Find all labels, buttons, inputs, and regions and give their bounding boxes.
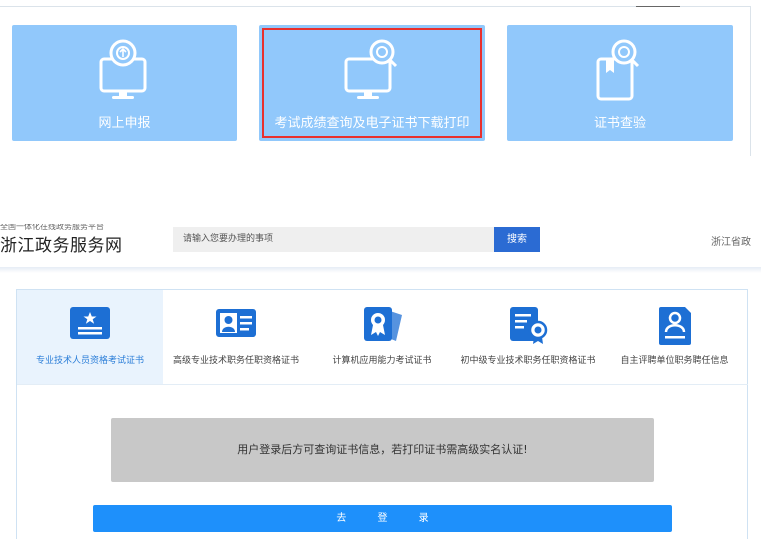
category-senior-title[interactable]: 高级专业技术职务任职资格证书 — [163, 290, 309, 384]
category-label: 高级专业技术职务任职资格证书 — [172, 356, 299, 366]
site-header: 全国一体化在线政务服务平台 浙江政务服务网 请输入您要办理的事项 搜索 浙江省政 — [0, 215, 761, 267]
tile-label: 证书查验 — [593, 116, 646, 131]
award-badge-icon — [360, 305, 404, 347]
site-title[interactable]: 浙江政务服务网 — [0, 231, 123, 256]
document-seal-icon — [506, 305, 550, 349]
category-professional-qualification[interactable]: 专业技术人员资格考试证书 — [17, 290, 163, 384]
tile-certificate-verification[interactable]: 证书查验 — [507, 25, 733, 141]
divider — [750, 6, 751, 156]
search-button[interactable]: 搜索 — [494, 227, 540, 252]
monitor-search-icon — [344, 39, 400, 105]
tile-label: 网上申报 — [98, 116, 151, 131]
search-input[interactable]: 请输入您要办理的事项 — [173, 227, 494, 252]
certificate-panel: 专业技术人员资格考试证书 高级专业技术职务任职资格证书 计算机应用能力考试证书 … — [16, 289, 748, 539]
person-document-icon — [655, 305, 695, 351]
certificate-card-icon — [68, 305, 112, 345]
login-notice: 用户登录后方可查询证书信息，若打印证书需高级实名认证! — [111, 418, 654, 482]
login-button[interactable]: 去 登 录 — [93, 505, 672, 532]
category-label: 计算机应用能力考试证书 — [332, 356, 432, 366]
header-shadow — [0, 267, 761, 273]
tile-score-query-print[interactable]: 考试成绩查询及电子证书下载打印 — [259, 25, 485, 141]
platform-slogan: 全国一体化在线政务服务平台 — [0, 224, 104, 231]
certificate-search-icon — [594, 39, 646, 105]
divider — [636, 6, 680, 7]
divider — [17, 384, 748, 385]
monitor-upload-icon — [99, 39, 151, 105]
region-selector[interactable]: 浙江省政 — [711, 233, 751, 248]
category-computer-skills[interactable]: 计算机应用能力考试证书 — [309, 290, 455, 384]
category-label: 专业技术人员资格考试证书 — [35, 356, 144, 366]
category-label: 自主评聘单位职务聘任信息 — [620, 356, 729, 366]
category-label: 初中级专业技术职务任职资格证书 — [460, 356, 596, 366]
service-tiles-section: 网上申报 考试成绩查询及电子证书下载打印 证书查验 — [0, 0, 761, 160]
category-junior-intermediate-title[interactable]: 初中级专业技术职务任职资格证书 — [455, 290, 601, 384]
tile-online-declaration[interactable]: 网上申报 — [12, 25, 237, 141]
category-self-appointment[interactable]: 自主评聘单位职务聘任信息 — [601, 290, 748, 384]
tile-label: 考试成绩查询及电子证书下载打印 — [274, 116, 470, 131]
id-card-icon — [214, 305, 258, 345]
